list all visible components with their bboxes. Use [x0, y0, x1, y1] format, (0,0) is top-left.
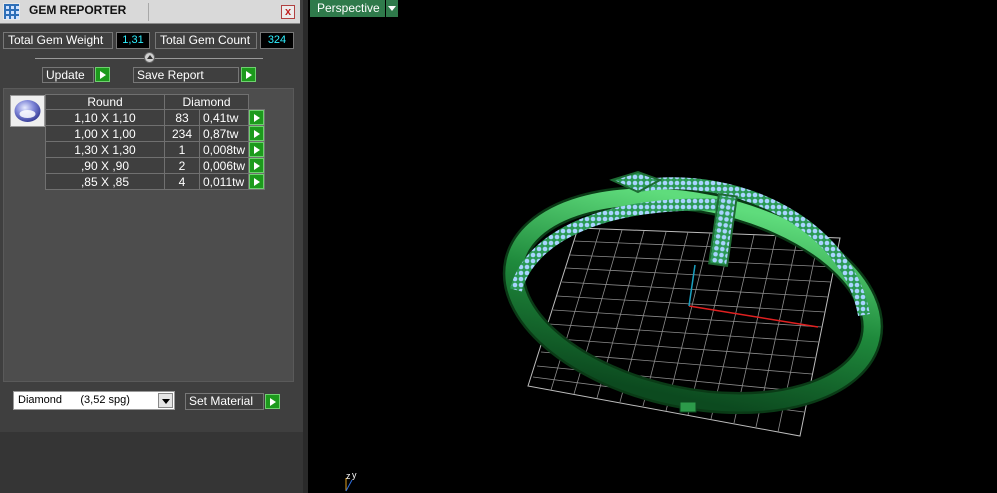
gem-table: Round Diamond 1,10 X 1,10 83 0,41tw 1,00… — [45, 94, 266, 190]
shape-header: Round — [45, 94, 165, 110]
stone-header: Diamond — [163, 94, 250, 110]
gem-weight: 0,006tw — [198, 157, 250, 174]
row-action-cell — [248, 173, 266, 190]
gem-weight: 0,41tw — [198, 109, 250, 126]
gem-weight: 0,87tw — [198, 125, 250, 142]
round-gem-thumbnail[interactable] — [10, 95, 45, 127]
bangle-model[interactable] — [495, 166, 892, 433]
table-row: ,85 X ,85 4 0,011tw — [45, 173, 266, 190]
table-row: 1,10 X 1,10 83 0,41tw — [45, 109, 266, 126]
table-row: ,90 X ,90 2 0,006tw — [45, 157, 266, 174]
total-gem-weight-label: Total Gem Weight — [3, 32, 113, 49]
z-axis-line — [688, 264, 696, 307]
row-action-cell — [248, 157, 266, 174]
gem-size: ,90 X ,90 — [45, 157, 165, 174]
set-material-button[interactable]: Set Material — [185, 393, 264, 410]
chevron-down-icon[interactable] — [158, 393, 173, 408]
collapse-toggle-icon[interactable] — [144, 52, 155, 63]
row-action-cell — [248, 141, 266, 158]
total-gem-count-value: 324 — [260, 32, 294, 49]
gem-count: 1 — [164, 141, 200, 158]
title-bar[interactable]: GEM REPORTER x — [0, 0, 300, 24]
gem-reporter-icon — [3, 3, 20, 20]
gem-size: 1,10 X 1,10 — [45, 109, 165, 126]
total-gem-weight-value: 1,31 — [116, 32, 150, 49]
set-material-play-icon[interactable] — [265, 394, 280, 409]
material-select[interactable]: Diamond (3,52 spg) — [13, 391, 175, 410]
x-axis-line — [688, 305, 819, 328]
select-row-play-icon[interactable] — [249, 142, 265, 157]
gem-size: 1,30 X 1,30 — [45, 141, 165, 158]
axis-z-label: z — [346, 471, 351, 481]
gem-count: 2 — [164, 157, 200, 174]
gem-size: 1,00 X 1,00 — [45, 125, 165, 142]
table-row: 1,30 X 1,30 1 0,008tw — [45, 141, 266, 158]
panel-footer — [0, 432, 303, 493]
title-separator — [148, 3, 149, 21]
gem-weight: 0,008tw — [198, 141, 250, 158]
save-report-button[interactable]: Save Report — [133, 67, 239, 83]
row-action-cell — [248, 125, 266, 142]
axis-y-label: y — [352, 470, 357, 480]
update-play-icon[interactable] — [95, 67, 110, 82]
material-select-value: Diamond (3,52 spg) — [18, 394, 130, 406]
gem-size: ,85 X ,85 — [45, 173, 165, 190]
3d-viewport[interactable]: Perspective z y — [308, 0, 997, 493]
round-gem-icon — [14, 100, 41, 122]
scene-canvas: z y — [345, 166, 892, 492]
total-gem-count-label: Total Gem Count — [155, 32, 257, 49]
select-row-play-icon[interactable] — [249, 110, 265, 125]
select-row-play-icon[interactable] — [249, 126, 265, 141]
gem-count: 83 — [164, 109, 200, 126]
gem-count: 234 — [164, 125, 200, 142]
close-button[interactable]: x — [281, 5, 295, 19]
table-row: 1,00 X 1,00 234 0,87tw — [45, 125, 266, 142]
gem-count: 4 — [164, 173, 200, 190]
select-row-play-icon[interactable] — [249, 158, 265, 173]
gem-reporter-panel: GEM REPORTER x Total Gem Weight 1,31 Tot… — [0, 0, 303, 493]
table-header-row: Round Diamond — [45, 94, 265, 110]
row-action-cell — [248, 109, 266, 126]
update-button[interactable]: Update — [42, 67, 94, 83]
save-report-play-icon[interactable] — [241, 67, 256, 82]
window-title: GEM REPORTER — [29, 3, 127, 17]
axis-gizmo-icon: z y — [345, 470, 357, 492]
gem-weight: 0,011tw — [198, 173, 250, 190]
select-row-play-icon[interactable] — [249, 174, 265, 189]
